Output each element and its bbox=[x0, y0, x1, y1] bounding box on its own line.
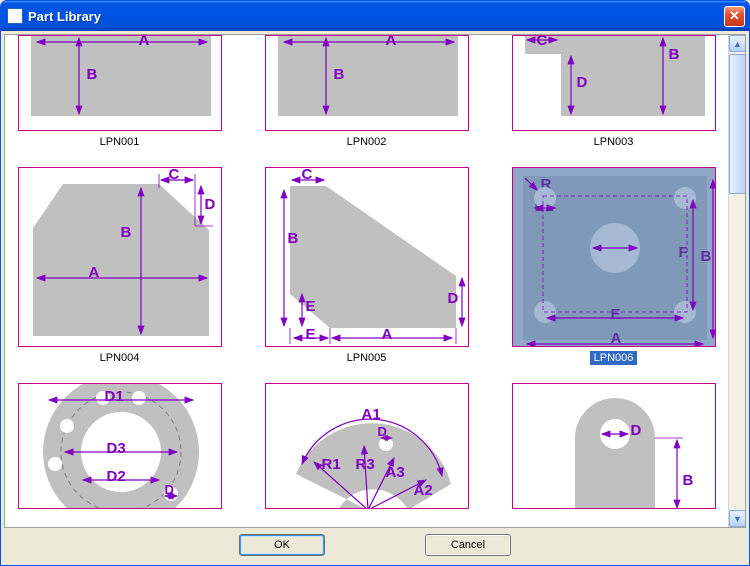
dim-label: A1 bbox=[362, 406, 381, 423]
ok-button[interactable]: OK bbox=[239, 534, 325, 556]
part-item-lpn004[interactable]: A B C D LPN004 bbox=[11, 167, 228, 365]
dim-label: E bbox=[306, 298, 316, 315]
window-icon bbox=[7, 8, 23, 24]
part-thumb[interactable]: D1 D3 D2 D bbox=[18, 383, 222, 509]
part-caption: LPN001 bbox=[96, 135, 144, 149]
part-thumb[interactable]: A1 R1 R3 A3 A2 D bbox=[265, 383, 469, 509]
chevron-up-icon: ▲ bbox=[733, 39, 742, 49]
part-caption: LPN004 bbox=[96, 351, 144, 365]
dim-label: B bbox=[288, 230, 299, 247]
dim-label: E bbox=[306, 326, 316, 343]
window-title: Part Library bbox=[28, 9, 724, 24]
part-thumb[interactable]: A B bbox=[265, 35, 469, 131]
dim-label: B bbox=[121, 224, 132, 241]
part-item-lpn005[interactable]: C B E E A D LPN005 bbox=[258, 167, 475, 365]
dim-label: D bbox=[448, 290, 459, 307]
dim-label: A2 bbox=[414, 482, 433, 499]
vertical-scrollbar[interactable]: ▲ ▼ bbox=[728, 35, 745, 527]
dim-label: A bbox=[89, 264, 100, 281]
dim-label: C bbox=[302, 167, 313, 183]
part-grid: A B LPN001 A B bbox=[11, 35, 722, 509]
part-thumb[interactable]: R D2 D1 E F A B bbox=[512, 167, 716, 347]
part-thumb[interactable]: A B C D bbox=[18, 167, 222, 347]
dim-label: B bbox=[683, 472, 694, 489]
part-caption: LPN003 bbox=[590, 135, 638, 149]
dim-label: D bbox=[205, 196, 216, 213]
dim-label: C bbox=[169, 167, 180, 183]
part-item-lpn002[interactable]: A B LPN002 bbox=[258, 35, 475, 149]
scroll-thumb[interactable] bbox=[729, 54, 746, 194]
dim-label: R1 bbox=[322, 456, 341, 473]
gallery-container: A B LPN001 A B bbox=[4, 34, 746, 528]
part-caption: LPN006 bbox=[590, 351, 638, 365]
dim-label: D bbox=[378, 424, 387, 439]
dim-label: D bbox=[165, 482, 174, 497]
part-thumb[interactable]: D B bbox=[512, 383, 716, 509]
close-icon: ✕ bbox=[729, 8, 740, 24]
part-item-lpn001[interactable]: A B LPN001 bbox=[11, 35, 228, 149]
part-thumb[interactable]: C B D bbox=[512, 35, 716, 131]
scroll-up-button[interactable]: ▲ bbox=[729, 35, 746, 52]
dim-label: D bbox=[631, 422, 642, 439]
part-thumb[interactable]: A B bbox=[18, 35, 222, 131]
dim-label: R3 bbox=[356, 456, 375, 473]
part-item-lpn006[interactable]: R D2 D1 E F A B LPN006 bbox=[505, 167, 722, 365]
part-caption: LPN002 bbox=[343, 135, 391, 149]
part-item-lpn008[interactable]: A1 R1 R3 A3 A2 D bbox=[258, 383, 475, 509]
close-button[interactable]: ✕ bbox=[724, 6, 745, 27]
titlebar[interactable]: Part Library ✕ bbox=[1, 1, 749, 31]
part-caption: LPN005 bbox=[343, 351, 391, 365]
part-gallery[interactable]: A B LPN001 A B bbox=[5, 35, 728, 527]
part-library-window: Part Library ✕ bbox=[0, 0, 750, 566]
dialog-button-bar: OK Cancel bbox=[4, 528, 746, 562]
part-item-lpn003[interactable]: C B D LPN003 bbox=[505, 35, 722, 149]
cancel-button[interactable]: Cancel bbox=[425, 534, 511, 556]
part-item-lpn009[interactable]: D B bbox=[505, 383, 722, 509]
client-area: A B LPN001 A B bbox=[1, 31, 749, 565]
dim-label: A3 bbox=[386, 464, 405, 481]
part-thumb[interactable]: C B E E A D bbox=[265, 167, 469, 347]
chevron-down-icon: ▼ bbox=[733, 514, 742, 524]
dim-label: D2 bbox=[107, 468, 126, 485]
part-item-lpn007[interactable]: D1 D3 D2 D bbox=[11, 383, 228, 509]
scroll-down-button[interactable]: ▼ bbox=[729, 510, 746, 527]
dim-label: D3 bbox=[107, 440, 126, 457]
dim-label: D1 bbox=[105, 388, 124, 405]
dim-label: A bbox=[382, 326, 393, 343]
